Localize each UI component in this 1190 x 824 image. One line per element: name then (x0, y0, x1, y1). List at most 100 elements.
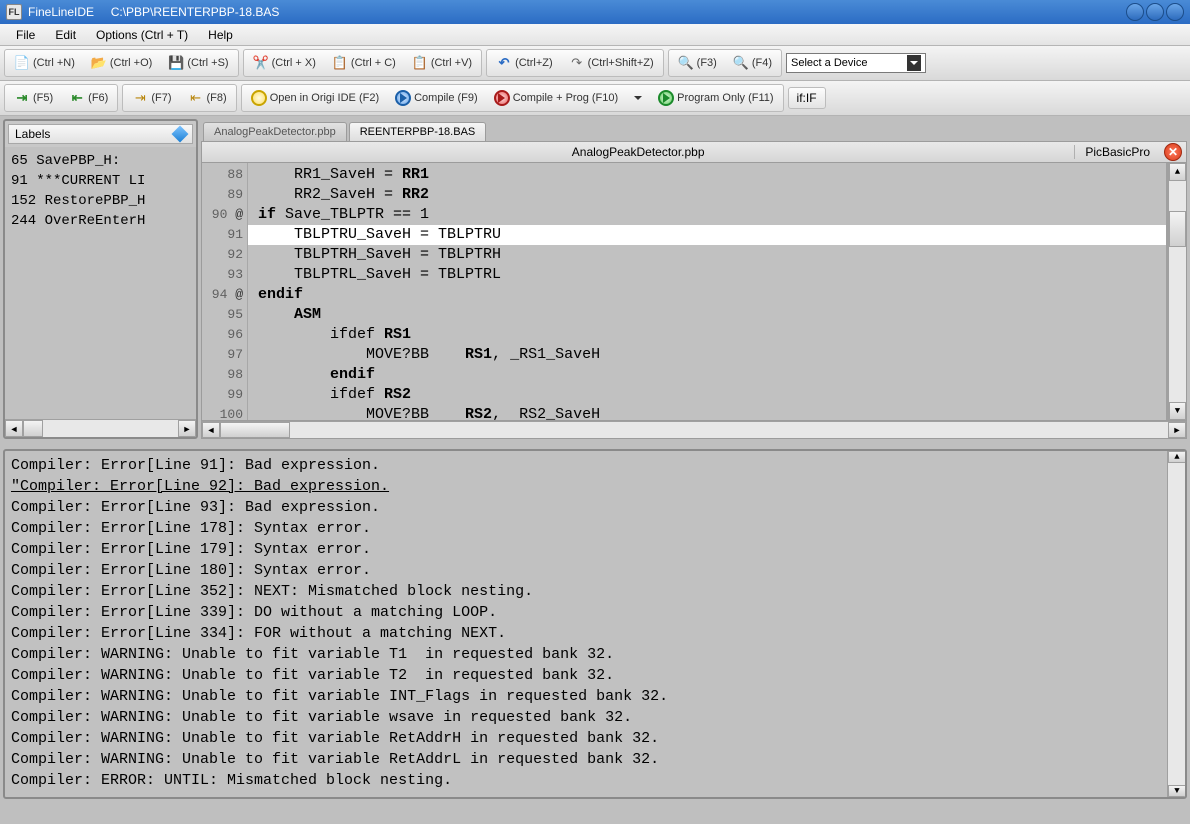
undo-button[interactable]: (Ctrl+Z) (489, 52, 560, 74)
minimize-button[interactable] (1126, 3, 1144, 21)
if-indicator: if:IF (788, 87, 826, 109)
close-icon: ✕ (1168, 145, 1178, 159)
program-only-button[interactable]: Program Only (F11) (651, 87, 780, 109)
bookmark-f5-button[interactable]: (F5) (7, 87, 60, 109)
cut-button[interactable]: (Ctrl + X) (246, 52, 323, 74)
code-line[interactable]: MOVE?BB RS1, _RS1_SaveH (248, 345, 1166, 365)
compile-prog-menu-button[interactable] (627, 93, 649, 103)
output-line: Compiler: Error[Line 339]: DO without a … (11, 602, 1179, 623)
maximize-button[interactable] (1146, 3, 1164, 21)
device-select[interactable]: Select a Device (786, 53, 926, 73)
scroll-down-icon[interactable]: ▼ (1169, 402, 1186, 420)
editor-vscroll[interactable]: ▲ ▼ (1168, 163, 1186, 420)
redo-icon (569, 55, 585, 71)
paste-button[interactable]: (Ctrl +V) (405, 52, 479, 74)
scroll-up-icon[interactable]: ▲ (1168, 451, 1186, 463)
scroll-right-icon[interactable]: ► (1168, 422, 1186, 438)
chevron-down-icon (907, 55, 921, 71)
output-line: Compiler: Error[Line 180]: Syntax error. (11, 560, 1179, 581)
compile-button[interactable]: Compile (F9) (388, 87, 485, 109)
find-button[interactable]: (F3) (671, 52, 724, 74)
scissors-icon (253, 55, 269, 71)
labels-hscroll[interactable]: ◄ ► (5, 419, 196, 437)
output-vscroll[interactable]: ▲ ▼ (1167, 451, 1185, 797)
scroll-track[interactable] (220, 422, 1168, 438)
label-item[interactable]: 244 OverReEnterH (11, 211, 190, 231)
find-next-button[interactable]: (F4) (726, 52, 779, 74)
close-tab-button[interactable]: ✕ (1164, 143, 1182, 161)
scroll-thumb[interactable] (1169, 211, 1186, 247)
code-line[interactable]: RR1_SaveH = RR1 (248, 165, 1166, 185)
open-ide-button[interactable]: Open in Origi IDE (F2) (244, 87, 386, 109)
titlebar: FL FineLineIDE C:\PBP\REENTERPBP-18.BAS (0, 0, 1190, 24)
app-name: FineLineIDE (28, 5, 94, 19)
open-button[interactable]: (Ctrl +O) (84, 52, 159, 74)
menu-edit[interactable]: Edit (45, 26, 86, 44)
toolbar-row-1: (Ctrl +N) (Ctrl +O) (Ctrl +S) (Ctrl + X)… (0, 46, 1190, 81)
paste-icon (412, 55, 428, 71)
compile-prog-label: Compile + Prog (F10) (513, 92, 618, 104)
scroll-thumb[interactable] (23, 420, 43, 437)
labels-header[interactable]: Labels (8, 124, 193, 144)
code-line[interactable]: TBLPTRU_SaveH = TBLPTRU (248, 225, 1166, 245)
editor-hscroll[interactable]: ◄ ► (201, 421, 1187, 439)
label-item[interactable]: 65 SavePBP_H: (11, 151, 190, 171)
scroll-track[interactable] (1168, 463, 1185, 785)
tab-reenter[interactable]: REENTERPBP-18.BAS (349, 122, 487, 141)
code-line[interactable]: ifdef RS1 (248, 325, 1166, 345)
output-line: Compiler: Error[Line 352]: NEXT: Mismatc… (11, 581, 1179, 602)
play-green-icon (658, 90, 674, 106)
scroll-thumb[interactable] (220, 422, 290, 438)
line-gutter: 888990 @91929394 @9596979899100 (202, 163, 248, 420)
scroll-track[interactable] (23, 420, 178, 437)
label-item[interactable]: 152 RestorePBP_H (11, 191, 190, 211)
code-line[interactable]: TBLPTRL_SaveH = TBLPTRL (248, 265, 1166, 285)
label-item[interactable]: 91 ***CURRENT LI (11, 171, 190, 191)
code-line[interactable]: ifdef RS2 (248, 385, 1166, 405)
menu-file[interactable]: File (6, 26, 45, 44)
editor-panel: AnalogPeakDetector.pbp REENTERPBP-18.BAS… (201, 119, 1187, 439)
scroll-track[interactable] (1169, 181, 1186, 402)
redo-label: (Ctrl+Shift+Z) (588, 57, 654, 69)
scroll-left-icon[interactable]: ◄ (5, 420, 23, 437)
copy-button[interactable]: (Ctrl + C) (325, 52, 403, 74)
code-line[interactable]: RR2_SaveH = RR2 (248, 185, 1166, 205)
code-body[interactable]: RR1_SaveH = RR1 RR2_SaveH = RR2if Save_T… (248, 163, 1166, 420)
copy-label: (Ctrl + C) (351, 57, 396, 69)
undo-icon (496, 55, 512, 71)
line-number: 97 (202, 345, 243, 365)
save-button[interactable]: (Ctrl +S) (161, 52, 235, 74)
close-window-button[interactable] (1166, 3, 1184, 21)
new-button[interactable]: (Ctrl +N) (7, 52, 82, 74)
code-area[interactable]: 888990 @91929394 @9596979899100 RR1_Save… (201, 163, 1187, 421)
code-line[interactable]: TBLPTRH_SaveH = TBLPTRH (248, 245, 1166, 265)
code-line[interactable]: endif (248, 365, 1166, 385)
menu-options[interactable]: Options (Ctrl + T) (86, 26, 198, 44)
output-panel[interactable]: Compiler: Error[Line 91]: Bad expression… (3, 449, 1187, 799)
play-blue-icon (395, 90, 411, 106)
scroll-left-icon[interactable]: ◄ (202, 422, 220, 438)
search-icon (678, 55, 694, 71)
code-line[interactable]: endif (248, 285, 1166, 305)
output-line: Compiler: Error[Line 179]: Syntax error. (11, 539, 1179, 560)
bookmark-alt-right-icon (132, 90, 148, 106)
bookmark-f7-button[interactable]: (F7) (125, 87, 178, 109)
tabs-row: AnalogPeakDetector.pbp REENTERPBP-18.BAS (201, 119, 1187, 141)
code-line[interactable]: if Save_TBLPTR == 1 (248, 205, 1166, 225)
scroll-right-icon[interactable]: ► (178, 420, 196, 437)
code-line[interactable]: ASM (248, 305, 1166, 325)
scroll-down-icon[interactable]: ▼ (1168, 785, 1186, 797)
line-number: 98 (202, 365, 243, 385)
redo-button[interactable]: (Ctrl+Shift+Z) (562, 52, 661, 74)
find-next-label: (F4) (752, 57, 772, 69)
tab-analog[interactable]: AnalogPeakDetector.pbp (203, 122, 347, 141)
line-number: 95 (202, 305, 243, 325)
compile-prog-button[interactable]: Compile + Prog (F10) (487, 87, 625, 109)
labels-list[interactable]: 65 SavePBP_H: 91 ***CURRENT LI 152 Resto… (5, 147, 196, 419)
menu-help[interactable]: Help (198, 26, 243, 44)
bookmark-f6-button[interactable]: (F6) (62, 87, 115, 109)
scroll-up-icon[interactable]: ▲ (1169, 163, 1186, 181)
bookmark-f8-button[interactable]: (F8) (181, 87, 234, 109)
chevron-down-icon (634, 96, 642, 100)
code-line[interactable]: MOVE?BB RS2, RS2_SaveH (248, 405, 1166, 421)
